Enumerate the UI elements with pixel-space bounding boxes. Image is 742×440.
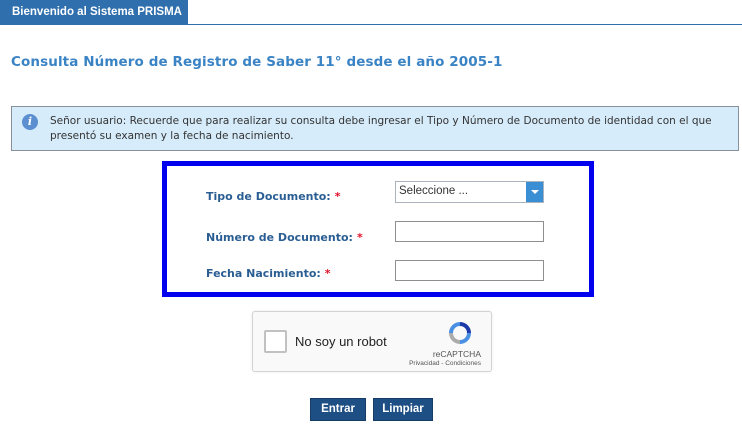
chevron-down-icon[interactable] — [526, 182, 543, 202]
notice-box: i Señor usuario: Recuerde que para reali… — [11, 106, 739, 151]
query-form: Tipo de Documento: * Seleccione ... Númer… — [162, 161, 594, 297]
document-type-label-text: Tipo de Documento: — [206, 190, 331, 203]
required-mark: * — [324, 267, 331, 280]
recaptcha-logo-icon — [449, 322, 471, 344]
birth-date-label: Fecha Nacimiento: * — [206, 267, 331, 280]
required-mark: * — [356, 231, 363, 244]
document-type-label: Tipo de Documento: * — [206, 190, 340, 203]
document-number-input[interactable] — [395, 221, 544, 242]
birth-date-label-text: Fecha Nacimiento: — [206, 267, 321, 280]
document-number-label-text: Número de Documento: — [206, 231, 353, 244]
clear-button[interactable]: Limpiar — [373, 398, 433, 421]
captcha-label: No soy un robot — [295, 334, 387, 349]
document-type-select[interactable]: Seleccione ... — [395, 181, 544, 203]
captcha-brand: reCAPTCHA — [432, 349, 481, 359]
submit-button[interactable]: Entrar — [310, 398, 366, 421]
document-number-label: Número de Documento: * — [206, 231, 363, 244]
top-navigation-bar: Bienvenido al Sistema PRISMA — [0, 0, 742, 25]
info-icon: i — [22, 114, 38, 130]
page-title: Consulta Número de Registro de Saber 11°… — [11, 54, 503, 70]
document-type-selected-value: Seleccione ... — [399, 185, 469, 197]
tab-welcome[interactable]: Bienvenido al Sistema PRISMA — [0, 0, 188, 25]
notice-text: Señor usuario: Recuerde que para realiza… — [50, 115, 712, 142]
recaptcha-widget: No soy un robot reCAPTCHA Privacidad - C… — [252, 311, 492, 372]
captcha-links[interactable]: Privacidad - Condiciones — [409, 360, 481, 367]
required-mark: * — [334, 190, 341, 203]
captcha-checkbox[interactable] — [264, 330, 287, 353]
birth-date-input[interactable] — [395, 260, 544, 281]
